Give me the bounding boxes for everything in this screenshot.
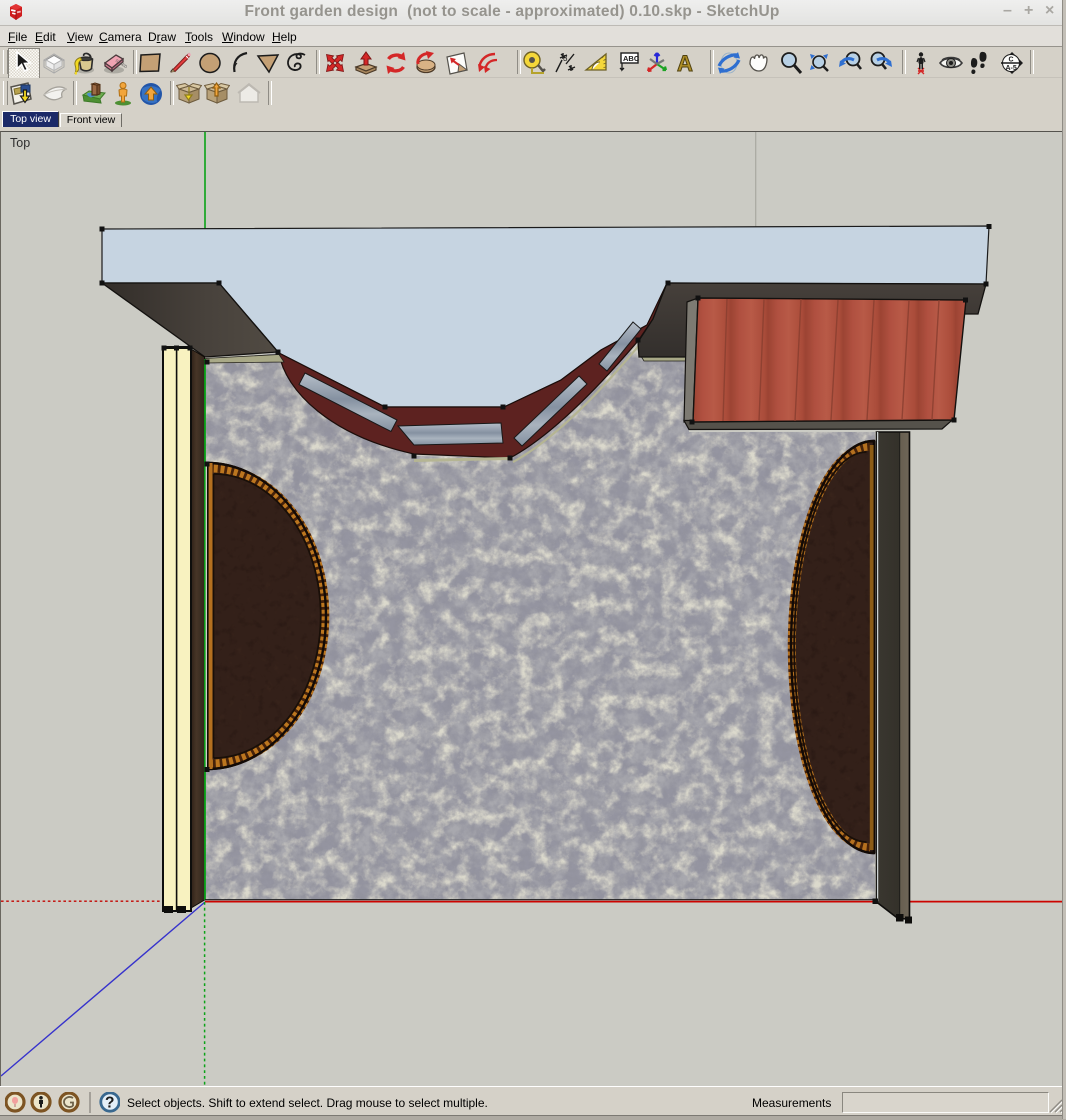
svg-text:A-5: A-5 [1006, 65, 1017, 72]
svg-text:A: A [677, 51, 693, 76]
svg-text:C: C [1009, 57, 1014, 64]
svg-text:3: 3 [563, 54, 568, 63]
svg-text:?: ? [105, 1095, 114, 1112]
svg-text:ABC: ABC [623, 54, 640, 63]
